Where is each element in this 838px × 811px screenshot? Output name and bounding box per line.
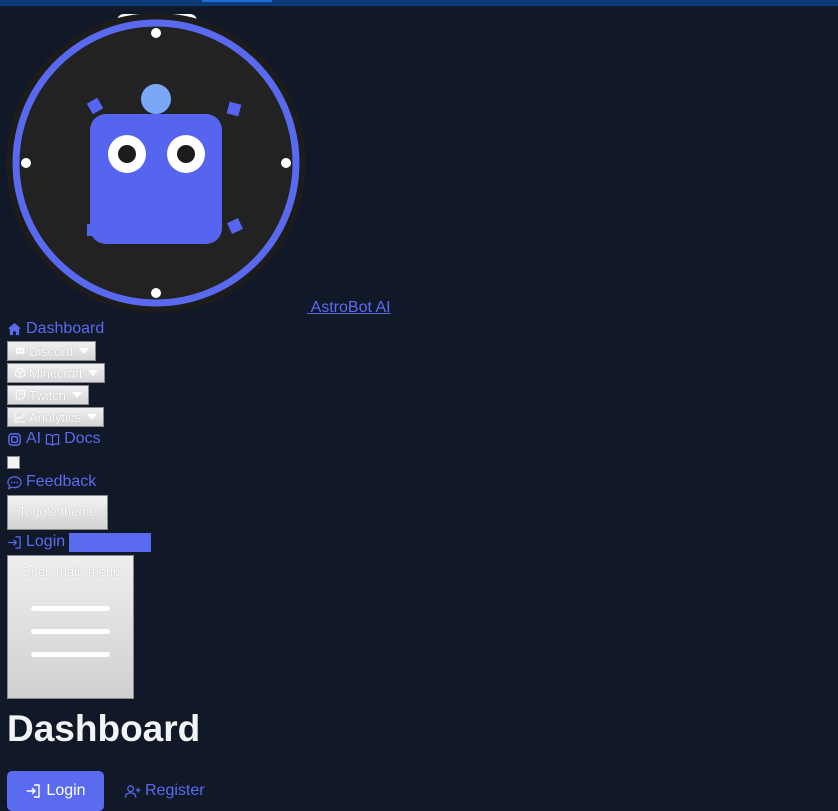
minecraft-menu-label: Minecraft [29, 365, 83, 381]
nav-feedback-label: Feedback [26, 473, 97, 490]
user-plus-icon [124, 784, 141, 798]
nav-ai-label: AI [26, 430, 42, 447]
brand-link[interactable]: AstroBot AI [307, 299, 391, 317]
nav-docs-link[interactable]: Docs [45, 429, 101, 449]
astrobot-logo[interactable] [5, 12, 307, 314]
analytics-menu-button[interactable]: Analytics [7, 407, 105, 427]
nav-ai-link[interactable]: AI [7, 429, 41, 449]
open-main-menu-button[interactable]: Open main menu [7, 555, 134, 699]
analytics-menu-label: Analytics [29, 409, 82, 425]
nav-dashboard-label: Dashboard [26, 320, 105, 337]
robot-logo-icon [6, 13, 306, 313]
chat-icon [7, 475, 22, 490]
chevron-down-icon [79, 348, 90, 354]
login-button-label: Login [46, 782, 86, 799]
home-icon [7, 322, 22, 335]
twitch-menu-button[interactable]: Twitch [7, 385, 89, 405]
register-link-label: Register [145, 782, 205, 799]
chevron-down-icon [88, 370, 99, 376]
twitch-menu-label: Twitch [29, 387, 66, 403]
chart-icon [14, 412, 26, 423]
book-icon [45, 433, 60, 446]
open-main-menu-label: Open main menu [20, 564, 121, 579]
chevron-down-icon [71, 392, 82, 398]
cpu-icon [8, 432, 21, 446]
hamburger-icon [31, 606, 110, 611]
page-title: Dashboard [7, 708, 201, 749]
register-link[interactable]: Register [124, 782, 205, 800]
main-nav: Dashboard Discord Minecraft Twitch Analy… [7, 318, 407, 699]
brand-name: AstroBot AI [310, 299, 391, 316]
login-icon [26, 784, 41, 798]
minecraft-menu-button[interactable]: Minecraft [7, 363, 106, 383]
nav-docs-label: Docs [64, 430, 101, 447]
toggle-theme-button[interactable]: Toggle theme [7, 495, 108, 530]
theme-checkbox[interactable] [7, 456, 20, 469]
nav-feedback-link[interactable]: Feedback [7, 472, 96, 492]
discord-menu-button[interactable]: Discord [7, 341, 97, 361]
top-accent-highlight [202, 0, 272, 2]
nav-dashboard-link[interactable]: Dashboard [7, 319, 104, 339]
login-icon [8, 535, 21, 549]
nav-accent-block [69, 532, 152, 552]
hamburger-icon-line [31, 629, 110, 634]
nav-login-link[interactable]: Login [7, 532, 65, 552]
login-button[interactable]: Login [7, 771, 104, 811]
discord-icon [15, 347, 25, 355]
cube-icon [15, 367, 25, 379]
hamburger-icon-line [31, 652, 110, 657]
top-accent-bar [0, 0, 838, 6]
nav-login-label: Login [26, 533, 66, 550]
chevron-down-icon [87, 414, 98, 420]
discord-menu-label: Discord [29, 343, 74, 359]
twitch-icon [15, 390, 25, 401]
